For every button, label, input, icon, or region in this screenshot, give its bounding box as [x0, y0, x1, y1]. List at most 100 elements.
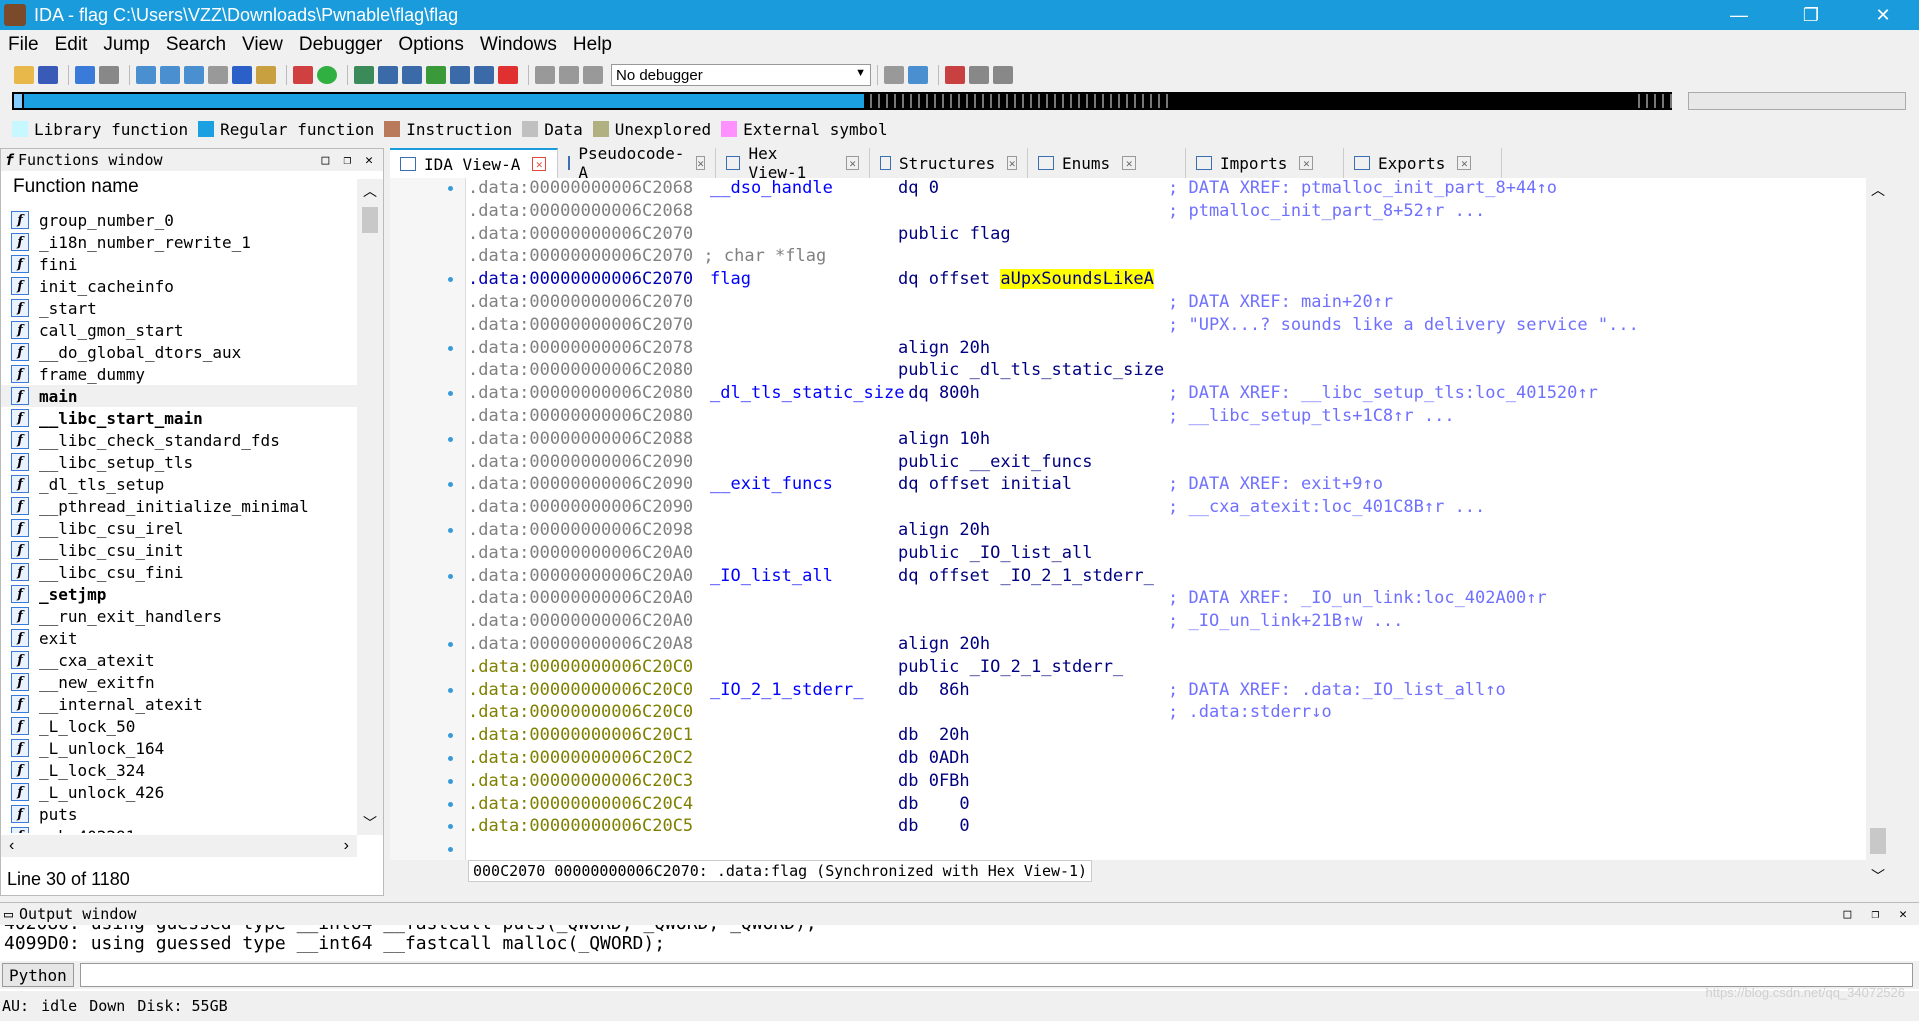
open-icon[interactable] [14, 66, 34, 84]
float-icon[interactable]: ❐ [1871, 907, 1879, 922]
menu-view[interactable]: View [234, 34, 291, 56]
function-list-item[interactable]: f __libc_csu_init [1, 539, 357, 561]
play-icon[interactable] [535, 66, 555, 84]
tab-close-icon[interactable]: ✕ [696, 156, 705, 170]
breakpoint-dot[interactable] [448, 687, 453, 693]
maximize-button[interactable]: ❐ [1775, 0, 1847, 30]
tab-exports[interactable]: Exports ✕ [1344, 148, 1502, 178]
search-next-icon[interactable] [184, 66, 204, 84]
breakpoint-dot[interactable] [448, 756, 453, 761]
tab-imports[interactable]: Imports ✕ [1186, 148, 1344, 178]
menu-file[interactable]: File [0, 34, 47, 56]
disasm-line[interactable]: .data:00000000006C2098 align 20h [468, 520, 990, 543]
step-over-icon[interactable] [908, 66, 928, 84]
menu-jump[interactable]: Jump [95, 34, 157, 56]
close-icon[interactable]: ✕ [365, 153, 373, 168]
function-list-item[interactable]: f __cxa_atexit [1, 649, 357, 671]
disasm-line[interactable]: .data:00000000006C20A0 _IO_list_all dq off… [468, 566, 1154, 589]
chevron-right-icon[interactable]: › [344, 837, 349, 855]
tab-close-icon[interactable]: ✕ [532, 157, 547, 171]
disasm-line[interactable]: .data:00000000006C2078 align 20h [468, 338, 990, 361]
string-icon[interactable] [402, 66, 422, 84]
function-list-item[interactable]: f _i18n_number_rewrite_1 [1, 231, 357, 253]
forward-icon[interactable] [99, 66, 119, 84]
disasm-label[interactable]: __exit_funcs [710, 474, 833, 494]
breakpoint-dot[interactable] [448, 847, 453, 853]
graph-icon[interactable] [293, 66, 313, 84]
data-icon[interactable] [378, 66, 398, 84]
tab-close-icon[interactable]: ✕ [1122, 156, 1137, 170]
disasm-line[interactable]: .data:00000000006C20A0 public _IO_list_al… [468, 543, 1092, 566]
function-list-item[interactable]: f frame_dummy [1, 363, 357, 385]
chevron-up-icon[interactable]: ︿ [363, 181, 377, 201]
disasm-line[interactable]: .data:00000000006C2090 __exit_funcs dq off… [468, 474, 1383, 497]
disasm-line[interactable]: .data:00000000006C20C0 public _IO_2_1_std… [468, 657, 1123, 680]
stop-icon[interactable] [583, 66, 603, 84]
tracing-icon[interactable] [969, 66, 989, 84]
function-list-item[interactable]: f sub_402291 [1, 825, 357, 833]
menu-search[interactable]: Search [158, 34, 234, 56]
disasm-line[interactable]: .data:00000000006C2068 __dso_handle dq 0 ; … [468, 178, 1557, 201]
function-list-item[interactable]: f __internal_atexit [1, 693, 357, 715]
functions-vertical-scrollbar[interactable]: ︿ ﹀ [357, 179, 383, 835]
function-list-item[interactable]: f puts [1, 803, 357, 825]
disasm-line[interactable]: .data:00000000006C2080 ; __libc_setup_tls… [468, 406, 1455, 429]
disasm-line[interactable]: .data:00000000006C20A8 align 20h [468, 634, 990, 657]
breakpoint-dot[interactable] [448, 482, 453, 488]
function-list-item[interactable]: f _L_unlock_164 [1, 737, 357, 759]
breakpoint-icon[interactable] [945, 66, 965, 84]
mark-icon[interactable] [208, 66, 228, 84]
function-list-item[interactable]: f _L_lock_324 [1, 759, 357, 781]
ida-view-a[interactable]: .data:00000000006C2068 __dso_handle dq 0 ; … [390, 178, 1890, 888]
function-list-item[interactable]: f exit [1, 627, 357, 649]
breakpoint-dot[interactable] [448, 733, 453, 739]
function-list-item[interactable]: f init_cacheinfo [1, 275, 357, 297]
close-icon[interactable]: ✕ [1899, 907, 1907, 922]
struct-icon[interactable] [426, 66, 446, 84]
chevron-down-icon[interactable]: ﹀ [1871, 866, 1885, 886]
disasm-line[interactable]: .data:00000000006C2080 public _dl_tls_sta… [468, 360, 1164, 383]
highlighted-operand[interactable]: aUpxSoundsLikeA [1000, 269, 1154, 290]
disasm-line[interactable]: .data:00000000006C2090 ; __cxa_atexit:loc… [468, 497, 1485, 520]
function-list-item[interactable]: f group_number_0 [1, 209, 357, 231]
disasm-line[interactable]: .data:00000000006C20C3 db 0FBh [468, 771, 970, 794]
disasm-label[interactable]: __dso_handle [710, 178, 833, 198]
disasm-line[interactable]: .data:00000000006C20A0 ; DATA XREF: _IO_u… [468, 588, 1547, 611]
disasm-label[interactable]: _IO_2_1_stderr_ [710, 680, 864, 700]
nav-band-select[interactable] [1688, 92, 1906, 110]
binary-icon[interactable] [136, 66, 156, 84]
disasm-line[interactable]: .data:00000000006C2090 public __exit_func… [468, 452, 1092, 475]
breakpoint-dot[interactable] [448, 528, 453, 533]
disasm-line[interactable]: .data:00000000006C20C4 db 0 [468, 794, 970, 817]
function-list-item[interactable]: f _setjmp [1, 583, 357, 605]
function-list-item[interactable]: f __libc_check_standard_fds [1, 429, 357, 451]
pause-icon[interactable] [559, 66, 579, 84]
tab-hex-view-1[interactable]: Hex View-1 ✕ [716, 144, 870, 182]
tab-structures[interactable]: Structures ✕ [870, 148, 1028, 178]
back-icon[interactable] [75, 66, 95, 84]
breakpoint-dot[interactable] [448, 573, 453, 579]
breakpoint-dot[interactable] [448, 778, 453, 784]
function-list-item[interactable]: f __run_exit_handlers [1, 605, 357, 627]
menu-windows[interactable]: Windows [472, 34, 565, 56]
function-list-item[interactable]: f _start [1, 297, 357, 319]
function-list-item[interactable]: f _dl_tls_setup [1, 473, 357, 495]
breakpoint-dot[interactable] [448, 277, 453, 283]
tab-close-icon[interactable]: ✕ [1457, 156, 1472, 170]
breakpoint-dot[interactable] [448, 824, 453, 830]
code-icon[interactable] [354, 66, 374, 84]
scrollbar-thumb[interactable] [1870, 828, 1886, 854]
functions-horizontal-scrollbar[interactable]: ‹ › [1, 835, 357, 857]
disasm-line[interactable]: .data:00000000006C20A0 ; _IO_un_link+21B↑… [468, 611, 1403, 634]
tab-close-icon[interactable]: ✕ [1007, 156, 1017, 170]
menu-edit[interactable]: Edit [47, 34, 96, 56]
breakpoint-dot[interactable] [448, 391, 453, 397]
disasm-label[interactable]: flag [710, 269, 751, 289]
function-list-item[interactable]: f __do_global_dtors_aux [1, 341, 357, 363]
disasm-line[interactable]: .data:00000000006C2068 ; ptmalloc_init_pa… [468, 201, 1485, 224]
function-list-item[interactable]: f __pthread_initialize_minimal [1, 495, 357, 517]
restore-icon[interactable]: □ [322, 153, 330, 168]
disasm-line[interactable]: .data:00000000006C2070 flag dq offset aUpx… [468, 269, 1154, 292]
breakpoint-dot[interactable] [448, 642, 453, 647]
tab-pseudocode-a[interactable]: Pseudocode-A ✕ [558, 144, 716, 182]
